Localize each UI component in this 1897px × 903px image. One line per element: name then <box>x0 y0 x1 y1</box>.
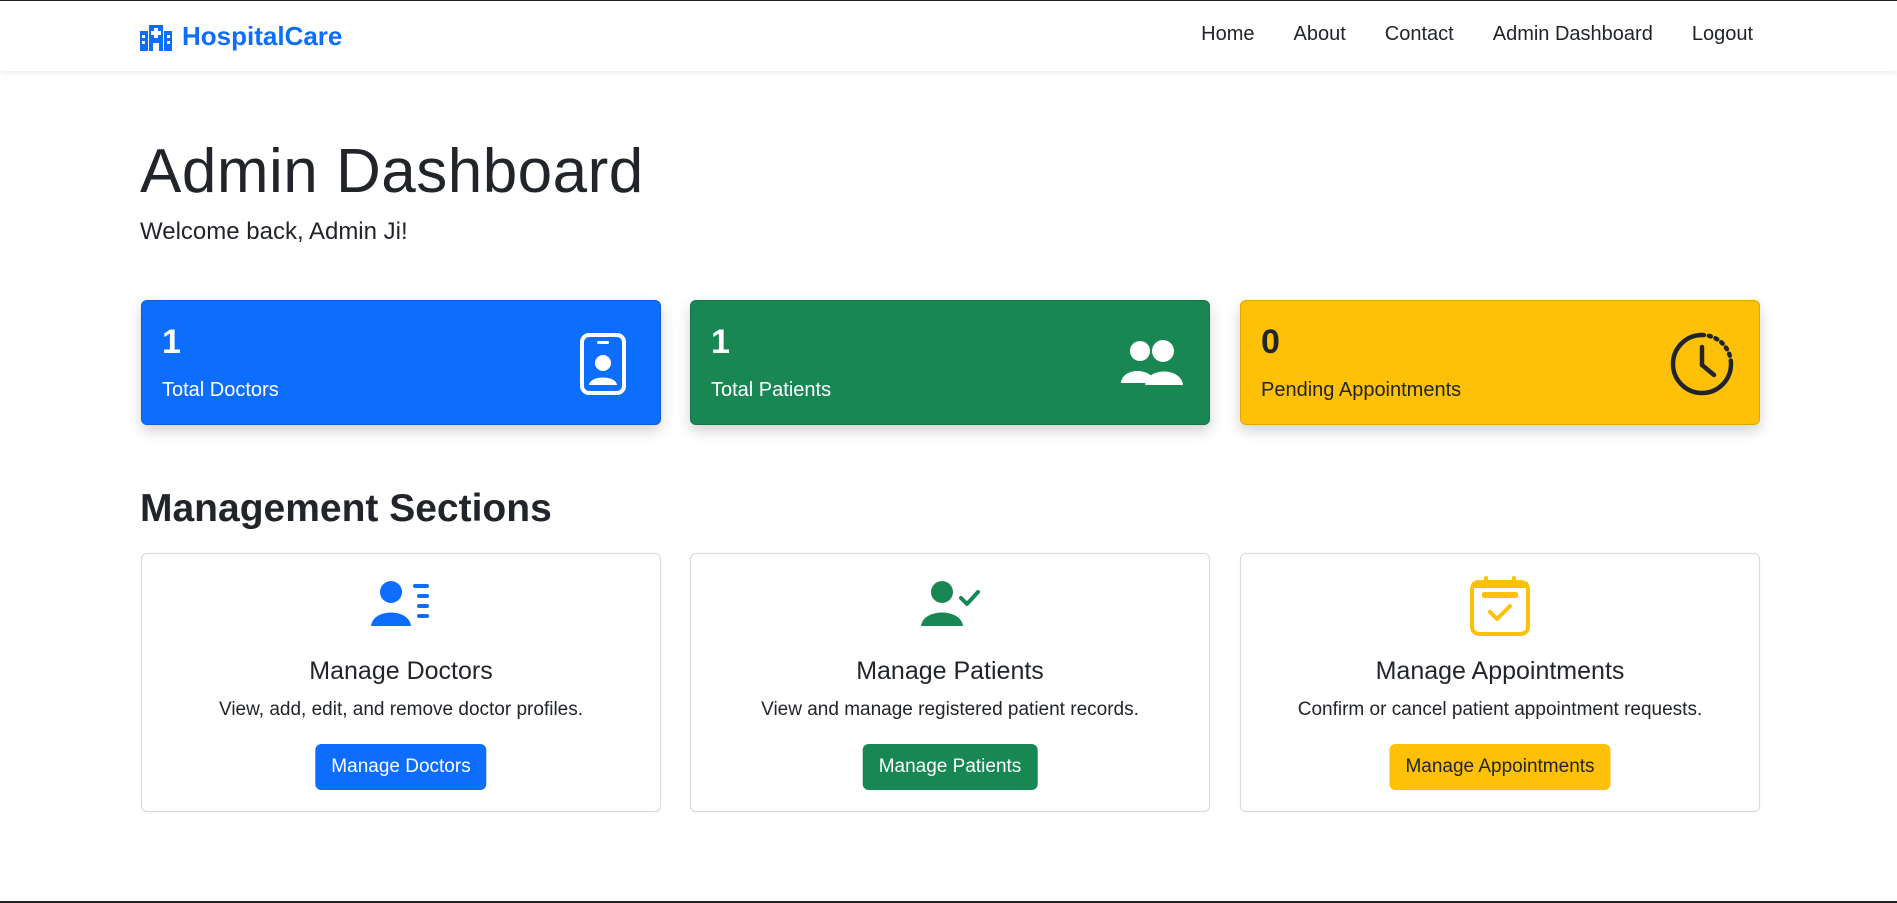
nav-logout[interactable]: Logout <box>1692 23 1753 46</box>
card-description: View, add, edit, and remove doctor profi… <box>218 699 584 720</box>
welcome-message: Welcome back, Admin Ji! <box>140 218 408 245</box>
manage-patients-button[interactable]: Manage Patients <box>862 744 1038 790</box>
brand-link[interactable]: HospitalCare <box>140 21 342 52</box>
stat-value: 0 <box>1261 323 1280 361</box>
stat-label: Total Patients <box>711 379 832 401</box>
page-title: Admin Dashboard <box>140 137 644 206</box>
manage-doctors-card: Manage Doctors View, add, edit, and remo… <box>141 553 661 812</box>
id-badge-icon <box>580 333 626 395</box>
person-list-icon <box>371 581 429 626</box>
card-description: Confirm or cancel patient appointment re… <box>1297 699 1703 720</box>
nav-home[interactable]: Home <box>1201 23 1254 46</box>
manage-patients-card: Manage Patients View and manage register… <box>690 553 1210 812</box>
card-title: Manage Doctors <box>309 657 493 685</box>
card-title: Manage Appointments <box>1375 657 1625 685</box>
hospital-icon <box>140 24 172 51</box>
stat-label: Total Doctors <box>162 379 279 401</box>
brand-name: HospitalCare <box>182 21 343 51</box>
nav-links: Home About Contact Admin Dashboard Logou… <box>1201 23 1753 46</box>
nav-admin-dashboard[interactable]: Admin Dashboard <box>1493 23 1653 46</box>
stat-value: 1 <box>162 323 181 361</box>
stat-value: 1 <box>711 323 730 361</box>
stat-label: Pending Appointments <box>1261 379 1462 401</box>
person-check-icon <box>921 581 980 626</box>
manage-doctors-button[interactable]: Manage Doctors <box>315 744 487 790</box>
calendar-check-icon <box>1470 576 1530 636</box>
card-description: View and manage registered patient recor… <box>761 699 1139 720</box>
people-icon <box>1121 340 1183 385</box>
nav-about[interactable]: About <box>1294 23 1346 46</box>
navbar: HospitalCare Home About Contact Admin Da… <box>0 1 1897 71</box>
manage-appointments-button[interactable]: Manage Appointments <box>1389 744 1611 790</box>
stat-card-patients: 1 Total Patients <box>690 300 1210 425</box>
stat-card-doctors: 1 Total Doctors <box>141 300 661 425</box>
manage-appointments-card: Manage Appointments Confirm or cancel pa… <box>1240 553 1760 812</box>
management-section-title: Management Sections <box>140 487 552 530</box>
stat-card-appointments: 0 Pending Appointments <box>1240 300 1760 425</box>
card-title: Manage Patients <box>856 657 1044 685</box>
clock-icon <box>1670 332 1734 396</box>
nav-contact[interactable]: Contact <box>1385 23 1454 46</box>
